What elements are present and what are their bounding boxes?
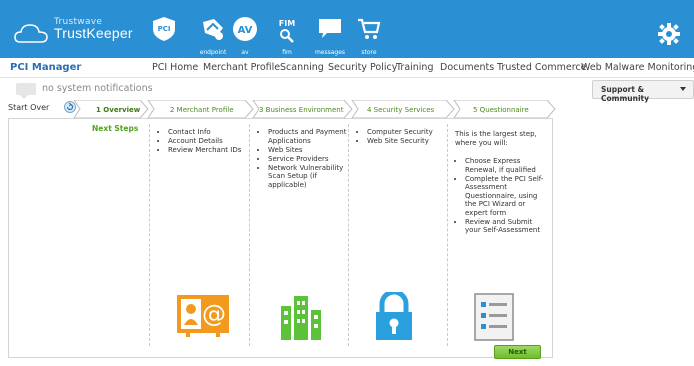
list-item: Web Sites [268,146,348,155]
divider [348,124,349,346]
nav-fim-label: fim [282,49,292,56]
questionnaire-form-icon [474,293,514,341]
list-item: Products and Payment Applications [268,128,348,145]
menu-scanning[interactable]: Scanning [280,62,324,73]
divider [149,124,150,346]
svg-text:@: @ [202,300,226,328]
support-community-dropdown[interactable]: Support & Community [592,80,694,103]
nav-av-label: av [241,49,249,56]
nav-pci[interactable]: PCI [152,16,176,42]
list-item: Complete the PCI Self-Assessment Questio… [465,175,547,218]
menu-security-policy[interactable]: Security Policy [328,62,397,73]
svg-text:PCI: PCI [158,25,171,33]
menu-trusted-commerce[interactable]: Trusted Commerce [497,62,586,73]
menu-training[interactable]: Training [396,62,434,73]
pci-shield-icon: PCI [153,17,175,41]
list-item: Web Site Security [367,137,447,146]
nav-messages[interactable]: messages [310,16,350,56]
list-item: Account Details [168,137,248,146]
store-cart-icon [358,18,381,39]
support-label: Support & Community [601,85,650,103]
list-item: Review Merchant IDs [168,146,248,155]
merchant-profile-column: Contact Info Account Details Review Merc… [158,128,248,155]
brand-line2: TrustKeeper [54,25,133,41]
nav-store-label: store [361,49,377,56]
list-item: Choose Express Renewal, if qualified [465,157,547,174]
menu-documents[interactable]: Documents [440,62,494,73]
fim-icon: FIM [279,19,295,43]
menu-web-malware-monitoring[interactable]: Web Malware Monitoring [581,62,694,73]
menu-pci-home[interactable]: PCI Home [152,62,198,73]
top-header: Trustwave TrustKeeper PCI endpoint AV av… [0,0,694,58]
notification-bar: no system notifications [0,78,694,100]
av-icon: AV [233,17,257,41]
endpoint-icon [203,19,223,40]
questionnaire-column: Choose Express Renewal, if qualified Com… [455,157,547,235]
list-item: Computer Security [367,128,447,137]
divider [447,124,448,346]
gear-icon[interactable] [658,23,680,45]
menu-merchant-profile[interactable]: Merchant Profile [203,62,280,73]
nav-av[interactable]: AV av [232,16,258,56]
start-over-label: Start Over [8,103,50,112]
nav-store[interactable]: store [356,16,382,56]
step-overview[interactable]: 1 Overview [96,106,140,114]
list-item: Service Providers [268,155,348,164]
divider [249,124,250,346]
questionnaire-intro: This is the largest step, where you will… [455,130,537,147]
next-steps-title: Next Steps [92,124,139,133]
step-business-environment[interactable]: 3 Business Environment [259,106,343,114]
nav-messages-label: messages [314,49,346,56]
menu-bar: PCI Manager PCI Home Merchant Profile Sc… [0,58,694,78]
trustkeeper-logo[interactable]: Trustwave TrustKeeper [14,10,144,50]
step-security-services[interactable]: 4 Security Services [367,106,434,114]
dropdown-arrow-icon [680,87,686,91]
step-merchant-profile[interactable]: 2 Merchant Profile [170,106,234,114]
contact-card-icon: @ [177,295,229,337]
messages-icon [319,19,341,38]
nav-endpoint-label: endpoint [199,49,227,56]
cloud-logo-icon [14,24,48,43]
list-item: Review and Submit your Self-Assessment [465,218,547,235]
notification-text: no system notifications [42,83,153,94]
business-buildings-icon [281,296,321,340]
refresh-icon [64,101,76,113]
pci-manager-title: PCI Manager [10,62,82,73]
nav-endpoint[interactable]: endpoint [192,16,234,56]
notification-bubble-icon [16,83,36,99]
start-over-button[interactable]: Start Over [8,101,76,113]
padlock-icon [376,292,412,340]
svg-text:FIM: FIM [279,19,295,28]
list-item: Contact Info [168,128,248,137]
next-button[interactable]: Next [494,345,541,359]
step-questionnaire[interactable]: 5 Questionnaire [473,106,529,114]
list-item: Network Vulnerability Scan Setup (if app… [268,164,348,190]
svg-text:AV: AV [238,25,253,36]
security-services-column: Computer Security Web Site Security [357,128,447,146]
business-environment-column: Products and Payment Applications Web Si… [258,128,348,190]
nav-fim[interactable]: FIM fim [276,16,298,56]
